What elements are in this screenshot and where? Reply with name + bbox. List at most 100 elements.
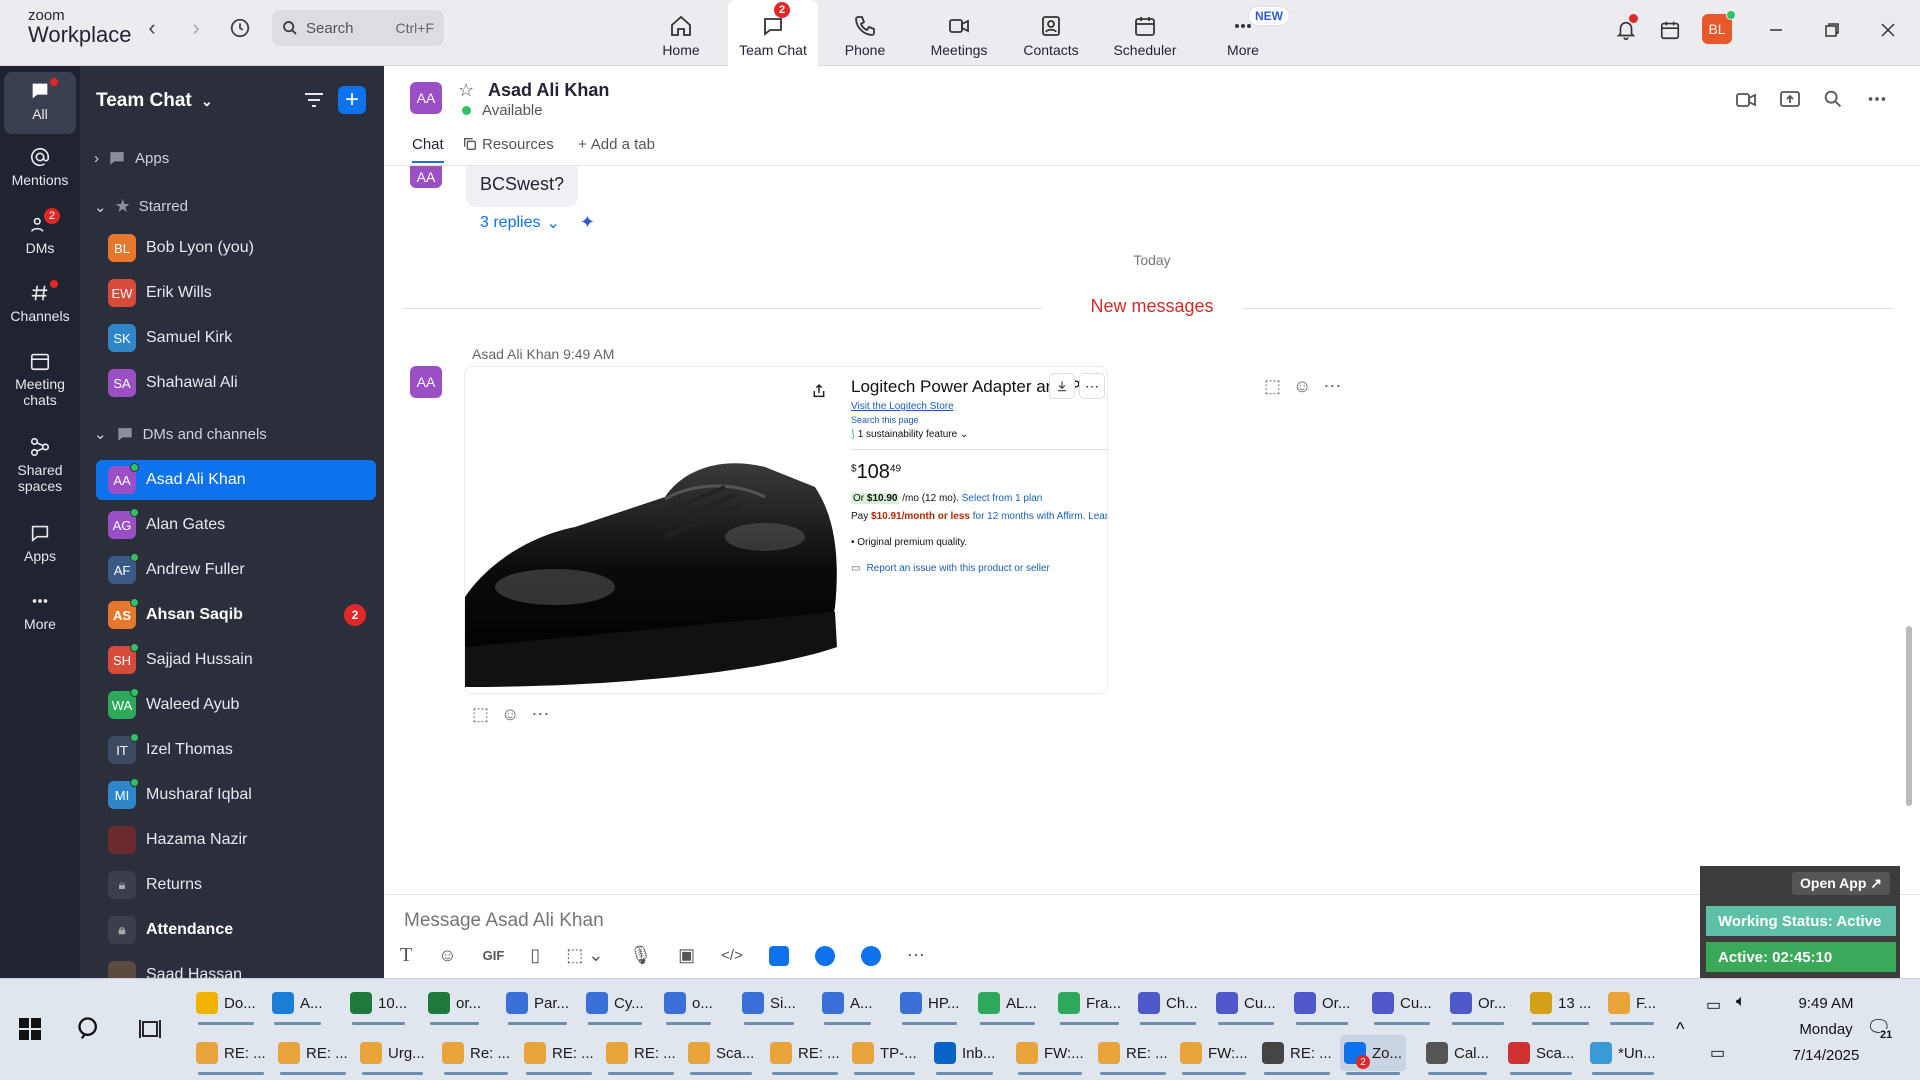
sidebar-title[interactable]: Team Chat ⌄ [96, 90, 213, 112]
taskbar-window[interactable]: RE: ... [274, 1035, 352, 1075]
replies-link[interactable]: 3 replies ⌄ ✦ [480, 212, 595, 233]
more-actions-icon[interactable]: ⋯ [1323, 376, 1341, 397]
taskbar-app[interactable]: Do... [192, 985, 260, 1025]
video-call-icon[interactable] [1734, 88, 1758, 117]
battery-icon[interactable]: ▭ [1706, 995, 1721, 1015]
user-avatar[interactable]: BL [1702, 10, 1736, 44]
taskbar-app[interactable]: Fra... [1054, 985, 1125, 1025]
video-message-icon[interactable]: ▣ [678, 945, 695, 966]
rail-more[interactable]: More [4, 590, 76, 632]
taskbar-app[interactable]: HP... [896, 985, 963, 1025]
sparkle-icon[interactable]: ✦ [580, 212, 595, 233]
taskbar-app[interactable]: Par... [502, 985, 573, 1025]
search-page-link[interactable]: Search this page [851, 415, 919, 425]
minimize-icon[interactable] [1762, 16, 1790, 44]
taskbar-window[interactable]: RE: ... [1258, 1035, 1336, 1075]
section-starred[interactable]: ⌄ ★ Starred [94, 196, 188, 217]
sender-avatar[interactable]: AA [410, 366, 442, 398]
share-icon[interactable] [811, 383, 827, 404]
file-icon[interactable]: ▯ [530, 945, 540, 966]
contact-item[interactable]: Hazama Nazir [96, 820, 376, 860]
tab-more[interactable]: NEW More [1198, 0, 1290, 66]
reply-icon[interactable]: ⬚ [1264, 376, 1281, 397]
rail-channels[interactable]: Channels [4, 280, 76, 324]
section-dms[interactable]: ⌄ DMs and channels [94, 424, 267, 444]
task-view-icon[interactable] [138, 1017, 162, 1046]
taskbar-window[interactable]: Sca... [684, 1035, 758, 1075]
taskbar-window[interactable]: RE: ... [520, 1035, 598, 1075]
message-input[interactable] [404, 903, 1704, 939]
chat-avatar[interactable]: AA [410, 82, 442, 114]
starred-contact[interactable]: SK Samuel Kirk [96, 318, 376, 358]
taskbar-window[interactable]: Cal... [1422, 1035, 1493, 1075]
image-more-icon[interactable]: ⋯ [1079, 373, 1105, 399]
rail-mentions[interactable]: Mentions [4, 146, 76, 188]
taskbar-window[interactable]: RE: ... [766, 1035, 844, 1075]
contact-item[interactable]: Saad Hassan [96, 955, 376, 978]
taskbar-window[interactable]: *Un... [1586, 1035, 1660, 1075]
section-apps[interactable]: › Apps [94, 148, 169, 168]
network-icon[interactable]: ▭ [1710, 1043, 1725, 1063]
code-icon[interactable]: </> [721, 947, 743, 964]
contact-item[interactable]: AF Andrew Fuller [96, 550, 376, 590]
taskbar-app[interactable]: Si... [738, 985, 800, 1025]
taskbar-app[interactable]: Cu... [1212, 985, 1280, 1025]
reply-icon[interactable]: ⬚ [472, 704, 489, 725]
taskbar-app[interactable]: A... [818, 985, 877, 1025]
starred-contact[interactable]: EW Erik Wills [96, 273, 376, 313]
product-screenshot[interactable]: Logitech Power Adapter and Pl ⋯ Visit th… [464, 366, 1108, 694]
contact-selected[interactable]: AA Asad Ali Khan [96, 460, 376, 500]
tab-meetings[interactable]: Meetings [914, 0, 1004, 66]
emoji-reaction-icon[interactable]: ☺ [501, 704, 519, 725]
rail-dms[interactable]: 2 DMs [4, 208, 76, 256]
taskbar-window[interactable]: RE: ... [1094, 1035, 1172, 1075]
more-actions-icon[interactable]: ⋯ [531, 704, 549, 725]
rail-all[interactable]: All [4, 72, 76, 134]
select-plan-link[interactable]: Select from 1 plan [962, 493, 1043, 504]
search-input[interactable]: Search Ctrl+F [272, 10, 444, 46]
taskbar-window[interactable]: FW:... [1176, 1035, 1252, 1075]
star-outline-icon[interactable]: ☆ [458, 80, 474, 101]
contact-item[interactable]: 🔒︎ Returns [96, 865, 376, 905]
taskbar-window[interactable]: Re: ... [438, 1035, 514, 1075]
taskbar-app[interactable]: Cu... [1368, 985, 1436, 1025]
scrollbar[interactable] [1906, 626, 1912, 806]
taskbar-app[interactable]: Or... [1446, 985, 1510, 1025]
emoji-reaction-icon[interactable]: ☺ [1293, 376, 1311, 397]
rail-meeting-chats[interactable]: Meeting chats [4, 350, 76, 408]
calendar-status-icon[interactable] [1656, 16, 1684, 44]
volume-icon[interactable]: 🔈︎ [1736, 993, 1746, 1011]
tab-phone[interactable]: Phone [820, 0, 910, 66]
contact-item[interactable]: 🔒︎ Attendance [96, 910, 376, 950]
rail-apps[interactable]: Apps [4, 522, 76, 564]
taskbar-app[interactable]: F... [1604, 985, 1660, 1025]
taskbar-window[interactable]: RE: ... [602, 1035, 680, 1075]
contact-item[interactable]: AG Alan Gates [96, 505, 376, 545]
filter-icon[interactable] [302, 88, 326, 117]
app-icon-2[interactable] [814, 945, 835, 966]
taskbar-app[interactable]: A... [268, 985, 327, 1025]
app-icon-1[interactable] [768, 945, 789, 966]
contact-item[interactable]: MI Musharaf Iqbal [96, 775, 376, 815]
close-icon[interactable] [1874, 16, 1902, 44]
share-screen-icon[interactable] [1778, 88, 1802, 117]
open-app-button[interactable]: Open App ↗ [1792, 872, 1890, 895]
bell-icon[interactable] [1612, 14, 1640, 44]
gif-icon[interactable]: GIF [483, 948, 505, 963]
rail-shared-spaces[interactable]: Shared spaces [4, 436, 76, 494]
back-arrow-icon[interactable]: ‹ [138, 14, 166, 42]
starred-contact[interactable]: BL Bob Lyon (you) [96, 228, 376, 268]
contact-item[interactable]: IT Izel Thomas [96, 730, 376, 770]
taskbar-app[interactable]: 10... [346, 985, 411, 1025]
contact-item[interactable]: WA Waleed Ayub [96, 685, 376, 725]
taskbar-window[interactable]: RE: ... [192, 1035, 270, 1075]
contact-item[interactable]: SH Sajjad Hussain [96, 640, 376, 680]
history-icon[interactable] [226, 14, 254, 42]
taskbar-app[interactable]: o... [660, 985, 717, 1025]
restore-icon[interactable] [1818, 16, 1846, 44]
new-chat-button[interactable]: + [338, 86, 366, 114]
taskbar-app[interactable]: 13 ... [1526, 985, 1595, 1025]
taskbar-app[interactable]: Cy... [582, 985, 648, 1025]
clock[interactable]: 9:49 AM Monday 7/14/2025 [1776, 991, 1876, 1069]
app-icon-3[interactable] [860, 945, 881, 966]
